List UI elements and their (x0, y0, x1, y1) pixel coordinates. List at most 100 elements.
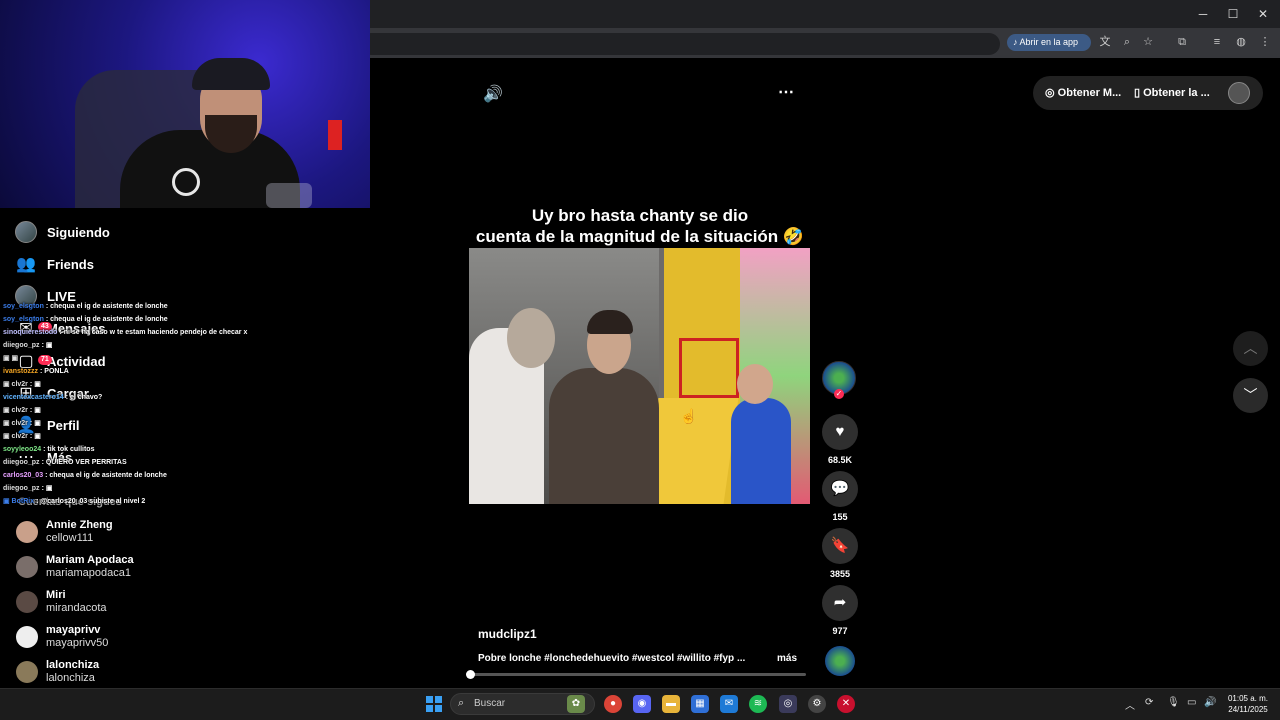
video-description: Pobre lonche #lonchedehuevito #westcol #… (478, 653, 746, 664)
share-button[interactable]: ➦ (822, 585, 858, 621)
chat-text: : chequa el ig de asistente de lonche (45, 472, 167, 479)
chat-text: : ▣ (29, 407, 41, 414)
spotify-icon[interactable]: ≋ (749, 695, 767, 713)
chat-username: ▣ clv2r (3, 407, 28, 414)
following-account[interactable]: mayaprivv mayaprivv50 (16, 622, 108, 652)
steam-icon[interactable]: ⚙ (808, 695, 826, 713)
chat-message: diiegoo_pz: QUIERO VER PERRITAS (3, 456, 363, 469)
chat-text: : ▣ (29, 381, 41, 388)
account-display-name: Mariam Apodaca (46, 554, 134, 566)
video-progress-bar[interactable] (470, 673, 806, 676)
volume-icon[interactable]: 🔊 (483, 84, 503, 104)
video-frame[interactable] (469, 248, 810, 504)
windows-start-icon[interactable] (426, 696, 442, 712)
video-caption-line1: Uy bro hasta chanty se dio (531, 206, 749, 225)
save-button[interactable]: 🔖 (822, 528, 858, 564)
chat-username: soyyleoo24 (3, 446, 42, 453)
nav-label: Siguiendo (47, 224, 110, 240)
bookmark-star-icon[interactable]: ☆ (1140, 34, 1156, 50)
chat-username: vicentexcastero14 (3, 394, 64, 401)
media-control-icon[interactable]: ≡ (1209, 34, 1225, 50)
avatar (16, 591, 38, 613)
volume-tray-icon[interactable]: 🔊 (1204, 697, 1216, 708)
video-person (731, 398, 791, 504)
chat-message: ▣ clv2r: ▣ (3, 378, 363, 391)
network-icon[interactable]: ▭ (1187, 697, 1196, 708)
chat-text: : ▣ (29, 433, 41, 440)
maximize-button[interactable]: ☐ (1218, 4, 1248, 24)
browser-menu-icon[interactable]: ⋮ (1257, 34, 1273, 50)
video-person-head (737, 364, 773, 404)
phone-icon: ▯ (1134, 87, 1141, 99)
chat-message: soy_elsgton: chequa el ig de asistente d… (3, 300, 363, 313)
more-button[interactable]: más (777, 653, 797, 664)
chat-text: : chequa el ig de asistente de lonche (45, 303, 168, 310)
chat-message: ▣ clv2r: ▣ (3, 404, 363, 417)
webcam-streamer-cap (192, 58, 270, 90)
user-avatar[interactable] (1228, 82, 1250, 104)
account-username: lalonchiza (46, 672, 95, 684)
discord-icon[interactable]: ◉ (633, 695, 651, 713)
open-in-app-button[interactable]: ♪ Abrir en la app (1007, 34, 1091, 51)
chat-username: ▣ ▣ (3, 355, 19, 362)
app-red-icon[interactable]: ✕ (837, 695, 855, 713)
video-progress-knob[interactable] (466, 670, 475, 679)
zoom-icon[interactable]: ⌕ (1119, 34, 1135, 50)
like-count: 68.5K (827, 455, 853, 465)
chat-message: vicentexcastero14: el chavo? (3, 391, 363, 404)
taskbar-clock[interactable]: 01:05 a. m. 24/11/2025 (1222, 693, 1274, 715)
comment-count: 155 (832, 512, 848, 522)
mail-icon[interactable]: ✉ (720, 695, 738, 713)
stream-logo-icon (172, 168, 200, 196)
nav-following[interactable]: Siguiendo (14, 219, 110, 245)
minimize-button[interactable]: ─ (1188, 4, 1218, 24)
close-button[interactable]: ✕ (1248, 4, 1278, 24)
chat-message: ▣ ▣ (3, 352, 363, 365)
share-count: 977 (832, 626, 848, 636)
video-options-icon[interactable]: ⋯ (778, 82, 794, 102)
app-icon[interactable]: ◎ (779, 695, 797, 713)
webcam-microphone (328, 120, 342, 150)
account-username: mayaprivv50 (46, 637, 109, 649)
following-account[interactable]: Miri mirandacota (16, 587, 107, 617)
sync-icon[interactable]: ⟳ (1145, 697, 1153, 708)
next-video-button[interactable]: ﹀ (1233, 378, 1268, 413)
chat-text: : ▣ (41, 342, 53, 349)
like-button[interactable]: ♥ (822, 414, 858, 450)
profile-icon[interactable]: ◍ (1233, 34, 1249, 50)
store-icon[interactable]: ▦ (691, 695, 709, 713)
get-coins-button[interactable]: ◎ Obtener M... (1045, 86, 1121, 99)
share-icon: ➦ (833, 594, 847, 611)
avatar (16, 661, 38, 683)
comment-button[interactable]: 💬 (822, 471, 858, 507)
following-account[interactable]: Annie Zheng cellow111 (16, 517, 113, 547)
account-username: mirandacota (46, 602, 107, 614)
tray-chevron-icon[interactable]: ︿ (1125, 697, 1135, 712)
previous-video-button[interactable]: ︿ (1233, 331, 1268, 366)
following-avatar-icon (14, 220, 38, 244)
music-disc-avatar[interactable] (825, 646, 855, 676)
video-scene-sign (679, 338, 739, 398)
video-author[interactable]: mudclipz1 (478, 627, 537, 641)
chat-text: : chequa el ig de asistente de lonche (45, 316, 168, 323)
get-app-button[interactable]: ▯ Obtener la ... (1134, 86, 1210, 99)
save-count: 3855 (829, 569, 851, 579)
following-account[interactable]: lalonchiza lalonchiza (16, 657, 99, 687)
avatar (16, 626, 38, 648)
account-display-name: Annie Zheng (46, 519, 113, 531)
chat-username: soy_elsgton (3, 316, 44, 323)
chevron-up-icon: ︿ (1243, 340, 1258, 356)
translate-icon[interactable]: 文 (1097, 34, 1113, 50)
heart-icon: ♥ (835, 423, 845, 440)
follow-plus-icon[interactable]: ✓ (834, 389, 844, 399)
address-bar[interactable] (360, 33, 1000, 55)
nav-friends[interactable]: 👥 Friends (14, 251, 94, 277)
clock-time: 01:05 a. m. (1227, 694, 1269, 703)
file-explorer-icon[interactable]: ▬ (662, 695, 680, 713)
microphone-icon[interactable]: 🎙 (1167, 697, 1180, 708)
bookmark-icon: 🔖 (830, 537, 850, 554)
following-account[interactable]: Mariam Apodaca mariamapodaca1 (16, 552, 134, 582)
avatar (16, 521, 38, 543)
chrome-icon[interactable]: ● (604, 695, 622, 713)
extensions-icon[interactable]: ⧉ (1174, 34, 1190, 50)
